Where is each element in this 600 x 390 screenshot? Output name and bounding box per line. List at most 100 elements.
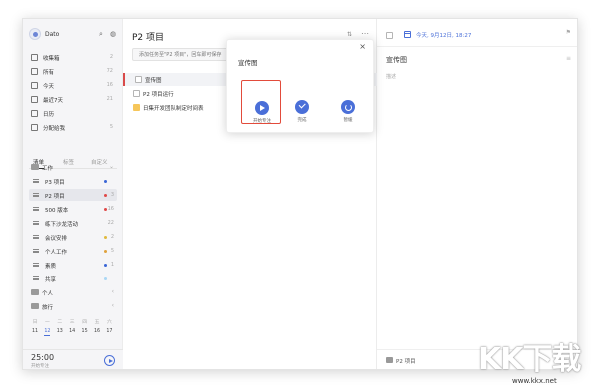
popup-action-2[interactable]: 暂缓 [328,80,368,124]
calendar-date[interactable]: 17 [103,329,115,334]
list-label: 工作 [42,166,54,172]
sidebar-item-1[interactable]: 所有 72 [29,66,117,78]
calendar-icon[interactable] [404,31,411,38]
sidebar-list-item[interactable]: P2 项目 3 [29,189,117,201]
chevron-icon[interactable]: ‹ [112,288,114,295]
sidebar-list-item[interactable]: 共享 [29,272,117,284]
sidebar-item-label: 收集箱 [43,56,60,62]
sort-icon[interactable]: ⇅ [347,31,352,38]
undo-icon[interactable] [341,100,355,114]
sidebar-folder[interactable]: 个人 ‹ [29,286,117,298]
list-count: 22 [107,220,114,226]
more-icon[interactable]: ⋯ [361,29,369,38]
list-icon [33,179,39,183]
list-label: 个人工作 [45,250,68,256]
calendar-date[interactable]: 16 [91,329,103,334]
sidebar-list-item[interactable]: 会议安排 2 [29,231,117,243]
weekday-label: 六 [106,320,112,325]
sidebar-item-5[interactable]: 分配给我 5 [29,122,117,134]
search-icon[interactable]: ⌕ [97,30,105,38]
sidebar-item-3[interactable]: 最近7天 21 [29,94,117,106]
sidebar-list-item[interactable]: P3 项目 [29,175,117,187]
play-icon[interactable] [255,101,269,115]
detail-list-name[interactable]: P2 项目 [396,357,416,365]
close-icon[interactable]: × [359,42,366,51]
list-count: 5 [110,248,114,254]
task-checkbox[interactable] [133,104,140,111]
popup-action-1[interactable]: 完成 [282,80,322,124]
sidebar-item-label: 分配给我 [43,126,66,132]
weekday-label: 二 [57,320,63,325]
popup-title: 宣传图 [238,59,258,67]
sidebar-list-item[interactable]: 练下沙龙活动 22 [29,217,117,229]
list-count: 2 [110,234,114,240]
folder-icon [31,303,39,309]
sidebar-item-count: 2 [109,54,113,60]
sidebar-folder[interactable]: 工作 ⌄ [29,161,117,173]
calendar-date[interactable]: 14 [66,329,78,334]
weekday-label: 一 [44,320,50,325]
task-checkbox[interactable] [135,76,142,83]
sidebar-list-item[interactable]: 500 版本 16 [29,203,117,215]
sidebar-folder[interactable]: 旅行 ‹ [29,300,117,312]
all-icon [31,68,38,75]
task-title: P2 项目运行 [143,92,174,98]
task-title: 日集开发团队制定时间表 [143,106,204,112]
popup-action-0[interactable]: 开始专注 [241,80,281,124]
sidebar: Dato ⌕ ◍ 收集箱 2 所有 72 今天 16 最近7天 21 日历 分配给我 5 清单 标签… [23,19,123,369]
due-date[interactable]: 今天, 9月12日, 18:27 [416,31,471,39]
detail-title[interactable]: 宣传图 [386,55,407,65]
list-icon [33,249,39,253]
priority-flag-icon[interactable]: ⚑ [566,29,571,36]
popup-action-label: 开始专注 [253,119,271,124]
sidebar-item-4[interactable]: 日历 [29,108,117,120]
check-icon[interactable] [295,100,309,114]
divider [377,46,577,47]
calendar-date[interactable]: 15 [79,329,91,334]
list-color-dot [104,264,107,267]
list-icon [33,235,39,239]
list-label: P2 项目 [45,194,65,200]
popup-action-label: 完成 [297,118,307,123]
sidebar-item-count: 72 [106,68,113,74]
weekday-label: 五 [94,320,100,325]
list-count: 16 [107,206,114,212]
list-label: 500 版本 [45,208,69,214]
list-color-dot [104,208,107,211]
task-title: 宣传图 [145,78,162,84]
sidebar-item-0[interactable]: 收集箱 2 [29,52,117,64]
sidebar-item-count: 16 [106,82,113,88]
bell-icon[interactable]: ◍ [109,30,117,38]
chevron-icon[interactable]: ‹ [112,302,114,309]
assigned-icon [31,124,38,131]
sidebar-item-2[interactable]: 今天 16 [29,80,117,92]
page-title: P2 项目 [132,33,165,43]
pomodoro-bar: 25:00 开始专注 [23,349,123,369]
detail-checkbox[interactable] [386,32,393,39]
list-color-dot [104,277,107,280]
sidebar-list-item[interactable]: 个人工作 5 [29,245,117,257]
weekday-label: 日 [32,320,38,325]
sidebar-list-item[interactable]: 素质 1 [29,259,117,271]
avatar[interactable] [29,28,41,40]
task-checkbox[interactable] [133,90,140,97]
list-color-dot [104,236,107,239]
watermark-url: www.kkx.net [512,377,557,385]
calendar-date[interactable]: 13 [54,329,66,334]
watermark-logo: KK下载 [478,342,581,377]
text-format-icon[interactable]: ≡ [566,55,571,62]
today-icon [31,82,38,89]
chevron-icon[interactable]: ⌄ [109,163,114,170]
list-count: 1 [110,262,114,268]
description-field[interactable]: 描述 [386,73,396,80]
list-label: 个人 [42,291,54,297]
calendar-date[interactable]: 11 [29,329,41,334]
list-icon [33,207,39,211]
calendar-date[interactable]: 12 [41,329,53,336]
task-action-popup: × 宣传图 开始专注 完成 暂缓 [226,39,374,133]
sidebar-item-label: 最近7天 [43,98,63,104]
calendar-icon [31,110,38,117]
list-label: 会议安排 [45,236,68,242]
pomodoro-play-button[interactable] [104,355,115,366]
list-label: 练下沙龙活动 [45,222,79,228]
